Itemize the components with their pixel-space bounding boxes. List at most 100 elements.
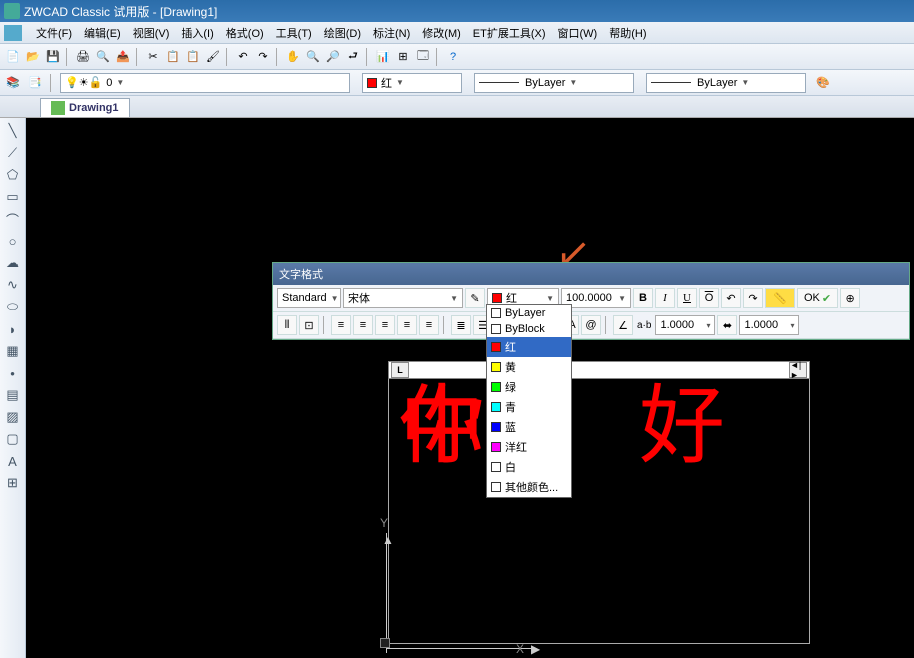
polygon-icon[interactable]: ⬠ <box>4 166 22 184</box>
circle-icon[interactable]: ○ <box>4 232 22 250</box>
align-justify-icon[interactable]: ≡ <box>397 315 417 335</box>
align-left-icon[interactable]: ≡ <box>331 315 351 335</box>
menu-insert[interactable]: 插入(I) <box>175 23 219 43</box>
color-opt-other[interactable]: 其他颜色... <box>487 477 571 497</box>
paste-icon[interactable]: 📋 <box>184 48 202 66</box>
align-distribute-icon[interactable]: ≡ <box>419 315 439 335</box>
color-opt-magenta[interactable]: 洋红 <box>487 437 571 457</box>
color-opt-red[interactable]: 红 <box>487 337 571 357</box>
bold-button[interactable]: B <box>633 288 653 308</box>
block-icon[interactable]: ▦ <box>4 342 22 360</box>
color-opt-white[interactable]: 白 <box>487 457 571 477</box>
copy-icon[interactable]: 📋 <box>164 48 182 66</box>
spline-icon[interactable]: ∿ <box>4 276 22 294</box>
menu-modify[interactable]: 修改(M) <box>416 23 467 43</box>
color-opt-byblock[interactable]: ByBlock <box>487 321 571 337</box>
ellipsearc-icon[interactable]: ◗ <box>4 320 22 338</box>
oblique-icon[interactable]: ∠ <box>613 315 633 335</box>
mtext-justify-icon[interactable]: ⊡ <box>299 315 319 335</box>
ruler-left-button[interactable]: L <box>391 362 409 378</box>
arc-icon[interactable]: ⌒ <box>4 210 22 228</box>
undo-button[interactable]: ↶ <box>721 288 741 308</box>
publish-icon[interactable]: 📤 <box>114 48 132 66</box>
zoomwin-icon[interactable]: 🔎 <box>324 48 342 66</box>
cut-icon[interactable]: ✂ <box>144 48 162 66</box>
save-icon[interactable]: 💾 <box>44 48 62 66</box>
layerstate-icon[interactable]: 📑 <box>26 74 44 92</box>
preview-icon[interactable]: 🔍 <box>94 48 112 66</box>
print-icon[interactable]: 🖨 <box>74 48 92 66</box>
menu-tools[interactable]: 工具(T) <box>270 23 318 43</box>
redo-icon[interactable]: ↷ <box>254 48 272 66</box>
undo-icon[interactable]: ↶ <box>234 48 252 66</box>
annotative-icon[interactable]: ✎ <box>465 288 485 308</box>
tracking-combo[interactable]: 1.0000 ▾ <box>655 315 715 335</box>
properties-icon[interactable]: 📊 <box>374 48 392 66</box>
open-icon[interactable]: 📂 <box>24 48 42 66</box>
menu-edit[interactable]: 编辑(E) <box>78 23 127 43</box>
columns-icon[interactable]: ⫴ <box>277 315 297 335</box>
redo-button[interactable]: ↷ <box>743 288 763 308</box>
linespacing-icon[interactable]: ≣ <box>451 315 471 335</box>
linetype-combo[interactable]: ByLayer ▼ <box>474 73 634 93</box>
matchprop-icon[interactable]: 🖌 <box>204 48 222 66</box>
text-panel-title[interactable]: 文字格式 <box>273 263 909 285</box>
zoomrt-icon[interactable]: 🔍 <box>304 48 322 66</box>
menu-et[interactable]: ET扩展工具(X) <box>467 23 552 43</box>
menu-view[interactable]: 视图(V) <box>127 23 176 43</box>
symbol-icon[interactable]: @ <box>581 315 601 335</box>
designcenter-icon[interactable]: ⊞ <box>394 48 412 66</box>
new-icon[interactable]: 📄 <box>4 48 22 66</box>
menu-draw[interactable]: 绘图(D) <box>318 23 367 43</box>
lineweight-combo[interactable]: ByLayer ▼ <box>646 73 806 93</box>
help-icon[interactable]: ? <box>444 48 462 66</box>
text-icon[interactable]: A <box>4 452 22 470</box>
menu-file[interactable]: 文件(F) <box>30 23 78 43</box>
line-icon[interactable]: ╲ <box>4 122 22 140</box>
italic-button[interactable]: I <box>655 288 675 308</box>
align-center-icon[interactable]: ≡ <box>353 315 373 335</box>
region-icon[interactable]: ▢ <box>4 430 22 448</box>
rectangle-icon[interactable]: ▭ <box>4 188 22 206</box>
color-dropdown[interactable]: ByLayer ByBlock 红 黄 绿 青 蓝 洋红 白 其他颜色... <box>486 304 572 498</box>
table-icon[interactable]: ⊞ <box>4 474 22 492</box>
widthfactor-icon[interactable]: ⬌ <box>717 315 737 335</box>
ellipse-icon[interactable]: ⬭ <box>4 298 22 316</box>
color-opt-cyan[interactable]: 青 <box>487 397 571 417</box>
align-right-icon[interactable]: ≡ <box>375 315 395 335</box>
zoomprev-icon[interactable]: ⮐ <box>344 48 362 66</box>
tab-drawing1[interactable]: Drawing1 <box>40 98 130 117</box>
underline-button[interactable]: U <box>677 288 697 308</box>
ruler-indent-button[interactable]: ◄|► <box>789 362 807 378</box>
pline-icon[interactable]: ⟋ <box>4 144 22 162</box>
color-opt-green[interactable]: 绿 <box>487 377 571 397</box>
overline-button[interactable]: O <box>699 288 719 308</box>
revcloud-icon[interactable]: ☁ <box>4 254 22 272</box>
options-icon[interactable]: ⊕ <box>840 288 860 308</box>
gradient-icon[interactable]: ▨ <box>4 408 22 426</box>
toolpalette-icon[interactable]: 🗔 <box>414 48 432 66</box>
mtext-ruler[interactable]: L ◄|► <box>388 361 810 379</box>
textstyle-combo[interactable]: Standard ▼ <box>277 288 341 308</box>
color-combo[interactable]: 红 ▼ <box>362 73 462 93</box>
menu-window[interactable]: 窗口(W) <box>552 23 604 43</box>
layer-combo[interactable]: 💡 ☀ 🔓 0 ▼ <box>60 73 350 93</box>
plotcolor-icon[interactable]: 🎨 <box>814 74 832 92</box>
drawing-canvas[interactable]: ↙ 文字格式 Standard ▼ 宋体 ▼ ✎ 红 ▼ <box>26 118 914 658</box>
color-opt-yellow[interactable]: 黄 <box>487 357 571 377</box>
menu-dim[interactable]: 标注(N) <box>367 23 416 43</box>
ok-button[interactable]: OK ✔ <box>797 288 838 308</box>
pan-icon[interactable]: ✋ <box>284 48 302 66</box>
point-icon[interactable]: • <box>4 364 22 382</box>
hatch-icon[interactable]: ▤ <box>4 386 22 404</box>
menu-format[interactable]: 格式(O) <box>220 23 270 43</box>
color-opt-blue[interactable]: 蓝 <box>487 417 571 437</box>
menu-help[interactable]: 帮助(H) <box>603 23 652 43</box>
mtext-editor[interactable]: L ◄|► 你 好 中国 <box>388 361 810 644</box>
font-combo[interactable]: 宋体 ▼ <box>343 288 463 308</box>
layermgr-icon[interactable]: 📚 <box>4 74 22 92</box>
color-opt-bylayer[interactable]: ByLayer <box>487 305 571 321</box>
mtext-edit-area[interactable]: 你 好 中国 <box>388 379 810 644</box>
widthfactor-combo[interactable]: 1.0000 ▾ <box>739 315 799 335</box>
ruler-button[interactable]: 📏 <box>765 288 795 308</box>
